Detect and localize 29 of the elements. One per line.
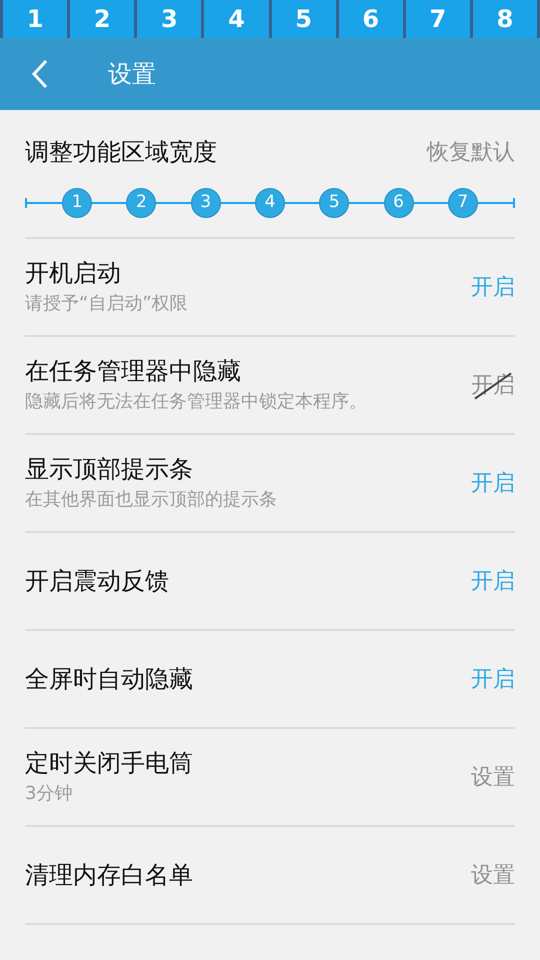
setting-title: 在任务管理器中隐藏 [25, 356, 242, 387]
setting-title: 清理内存白名单 [25, 860, 193, 891]
setting-title: 显示顶部提示条 [25, 454, 194, 485]
page-title: 设置 [108, 59, 156, 90]
number-tab[interactable]: 3 [137, 0, 202, 38]
setting-title: 定时关闭手电筒 [25, 748, 193, 779]
setting-button[interactable]: 设置 [471, 760, 515, 794]
number-tab[interactable]: 7 [406, 0, 470, 38]
setting-description: 在其他界面也显示顶部的提示条 [25, 488, 277, 512]
setting-description: 请授予“自启动”权限 [25, 292, 188, 316]
setting-title: 全屏时自动隐藏 [25, 664, 193, 695]
toggle-button[interactable]: 开启 [471, 466, 515, 500]
toggle-button[interactable]: 开启 [471, 270, 515, 304]
setting-title: 开启震动反馈 [25, 566, 169, 597]
setting-title: 调整功能区域宽度 [25, 137, 217, 168]
back-icon [31, 59, 49, 89]
toggle-button[interactable]: 开启 [471, 662, 515, 696]
number-tab[interactable]: 5 [272, 0, 336, 38]
number-tab[interactable]: 6 [338, 0, 403, 38]
setting-button[interactable]: 设置 [471, 858, 515, 892]
number-tab[interactable]: 1 [3, 0, 68, 38]
reset-button[interactable]: 恢复默认 [427, 136, 515, 168]
setting-description: 3分钟 [25, 782, 74, 806]
number-tab[interactable]: 8 [472, 0, 537, 38]
setting-title: 开机启动 [25, 258, 122, 289]
number-tab[interactable]: 2 [70, 0, 134, 38]
number-tab[interactable]: 4 [204, 0, 268, 38]
setting-description: 隐藏后将无法在任务管理器中锁定本程序。 [25, 390, 367, 414]
toggle-button[interactable]: 开启 [471, 564, 515, 598]
